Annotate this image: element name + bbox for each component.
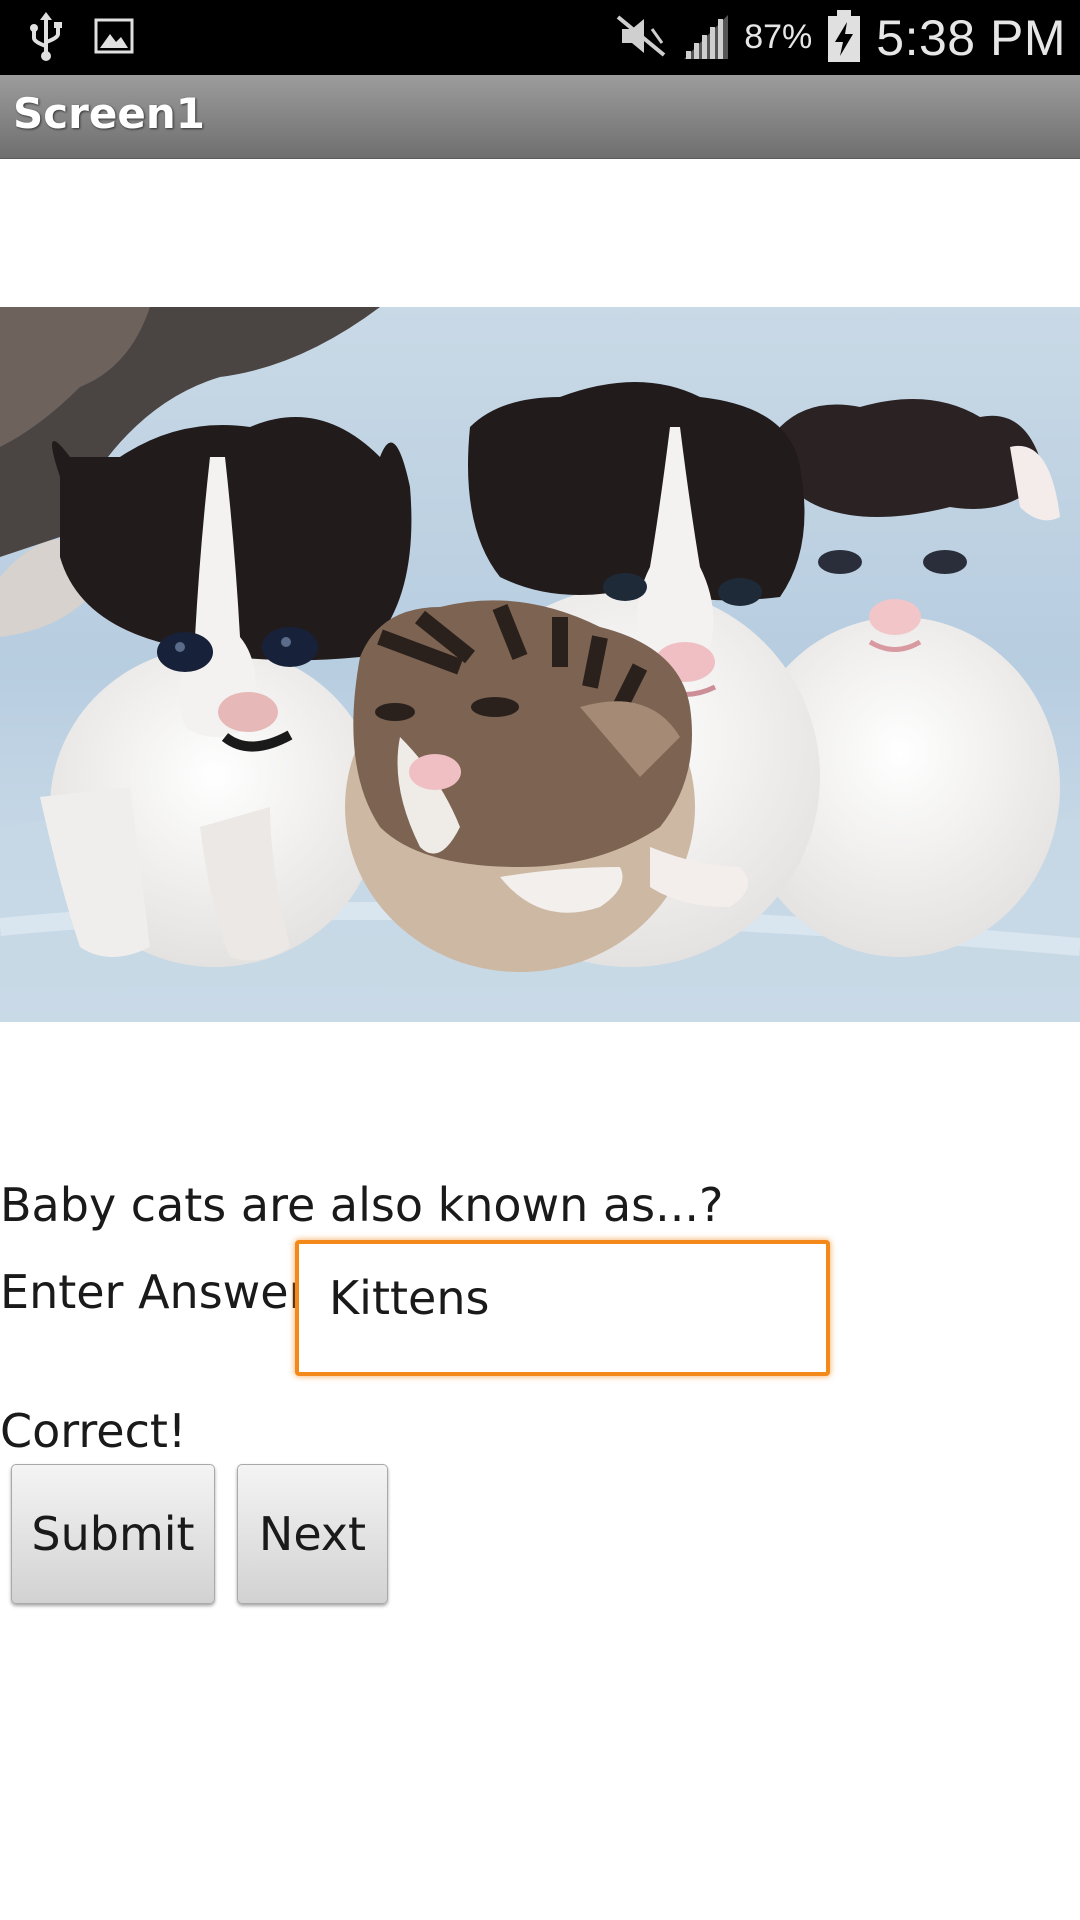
page-title: Screen1 <box>13 89 205 138</box>
signal-icon <box>682 11 730 65</box>
status-left-icons <box>28 10 134 65</box>
result-label: Correct! <box>0 1404 187 1458</box>
battery-charging-icon <box>826 8 862 68</box>
answer-label: Enter Answer: <box>0 1265 323 1319</box>
question-label: Baby cats are also known as...? <box>0 1178 724 1232</box>
clock: 5:38 PM <box>876 9 1066 66</box>
answer-input[interactable] <box>329 1268 809 1328</box>
submit-button[interactable]: Submit <box>11 1464 215 1604</box>
image-notification-icon <box>94 18 134 58</box>
kittens-photo <box>0 307 1080 1022</box>
title-bar: Screen1 <box>0 75 1080 159</box>
usb-icon <box>28 10 64 66</box>
status-bar: 87% 5:38 PM <box>0 0 1080 75</box>
battery-percent: 87% <box>744 18 813 56</box>
answer-field-frame <box>295 1240 830 1376</box>
next-button[interactable]: Next <box>237 1464 388 1604</box>
mute-icon <box>614 13 668 63</box>
status-right-icons: 87% 5:38 PM <box>614 0 1066 75</box>
